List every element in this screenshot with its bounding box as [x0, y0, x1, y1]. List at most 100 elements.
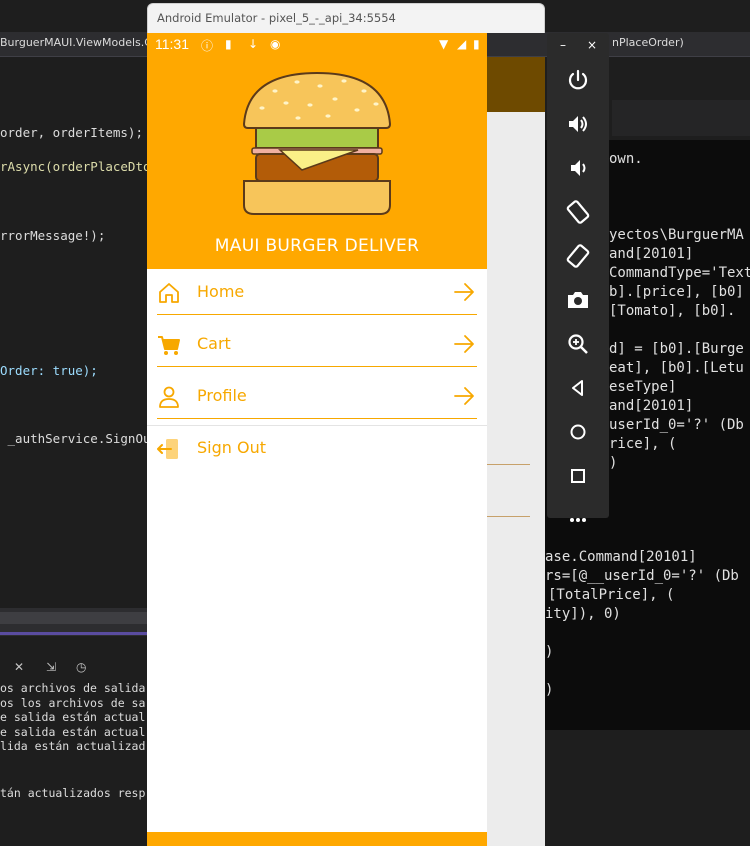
terminal-line: [TotalPrice], ( — [548, 587, 675, 603]
overview-button[interactable] — [563, 461, 593, 491]
wrap-icon[interactable]: ⇲ — [46, 660, 56, 674]
output-line: e salida están actual — [0, 710, 146, 724]
rotate-right-button[interactable] — [563, 241, 593, 271]
cart-icon — [158, 336, 180, 355]
ide-side-panel — [612, 100, 750, 136]
emulator-toolbar: – × — [547, 33, 609, 522]
power-icon — [568, 69, 588, 90]
terminal-line: CommandType='Text — [609, 265, 750, 281]
home-circle-icon — [570, 424, 586, 440]
download-icon: ↓ — [248, 37, 259, 51]
volume-up-icon — [569, 116, 587, 132]
output-line: tán actualizados resp — [0, 786, 146, 800]
home-button[interactable] — [563, 417, 593, 447]
overview-icon — [571, 469, 585, 483]
emulator-window-title: Android Emulator - pixel_5_-_api_34:5554 — [157, 11, 396, 25]
panel-accent — [0, 632, 147, 635]
more-button[interactable] — [563, 505, 593, 535]
output-line: os archivos de salida — [0, 681, 146, 695]
zoom-button[interactable] — [563, 329, 593, 359]
app-navbar-behind — [487, 57, 545, 112]
menu-item-label: Home — [197, 282, 245, 301]
menu-underline — [157, 365, 477, 367]
clock-icon[interactable]: ◷ — [76, 660, 86, 674]
terminal-line: eseType] — [609, 379, 677, 395]
output-line: os los archivos de sa — [0, 696, 146, 710]
volume-down-icon — [571, 160, 586, 176]
volume-up-button[interactable] — [563, 109, 593, 139]
menu-item-label: Profile — [197, 386, 247, 405]
ide-tab[interactable]: BurguerMAUI.ViewModels.Car — [0, 36, 163, 49]
emulator-title-bar[interactable]: Android Emulator - pixel_5_-_api_34:5554 — [147, 3, 545, 33]
menu-underline — [157, 313, 477, 315]
rotate-left-button[interactable] — [563, 197, 593, 227]
wifi-icon: ▼ — [439, 37, 449, 51]
menu-item-label: Sign Out — [197, 438, 266, 457]
menu-item-sign-out[interactable]: Sign Out — [157, 425, 477, 471]
output-line: e salida están actual — [0, 725, 146, 739]
notification-icon: ⓘ — [201, 39, 214, 53]
menu-item-profile[interactable]: Profile — [157, 373, 477, 419]
menu-item-cart[interactable]: Cart — [157, 321, 477, 367]
app-content-behind[interactable] — [487, 57, 545, 846]
back-icon — [572, 380, 583, 396]
app-title: MAUI BURGER DELIVER — [214, 236, 420, 256]
terminal-line: ) — [545, 682, 554, 698]
more-icon — [570, 518, 586, 522]
code-line: Order: true); — [0, 363, 98, 378]
terminal-line: d] = [b0].[Burge — [609, 341, 744, 357]
power-button[interactable] — [563, 65, 593, 95]
volume-down-button[interactable] — [563, 153, 593, 183]
rotate-right-icon — [566, 244, 590, 268]
menu-item-label: Cart — [197, 334, 231, 353]
close-button[interactable]: × — [587, 38, 597, 52]
terminal-line: own. — [609, 151, 643, 167]
divider — [487, 464, 530, 465]
signal-icon: ◢ — [457, 37, 467, 51]
arrow-right-icon — [454, 387, 474, 405]
clear-icon[interactable]: ✕ — [14, 660, 24, 674]
minimize-button[interactable]: – — [560, 38, 566, 52]
profile-icon — [159, 386, 179, 408]
code-line: order, orderItems); — [0, 125, 143, 140]
code-line: rAsync(orderPlaceDto — [0, 159, 151, 174]
flyout-header: MAUI BURGER DELIVER — [147, 57, 487, 269]
output-line: lida están actualizad — [0, 739, 146, 753]
terminal-line: yectos\BurguerMA — [609, 227, 744, 243]
terminal-line: ) — [545, 644, 554, 660]
terminal-line: and[20101] — [609, 246, 694, 262]
ide-tab[interactable]: nPlaceOrder) — [612, 36, 684, 49]
arrow-right-icon — [454, 283, 474, 301]
circle-icon: ◉ — [270, 37, 281, 51]
terminal-line: b].[price], [b0] — [609, 284, 744, 300]
divider — [487, 516, 530, 517]
terminal-line: eat], [b0].[Letu — [609, 360, 744, 376]
camera-icon — [568, 292, 588, 308]
terminal-line: rs=[@__userId_0='?' (Db — [545, 568, 739, 584]
status-bar: 11:31 ⓘ ▮ ↓ ◉ ▮ ◢ ▼ — [147, 33, 487, 57]
arrow-right-icon — [454, 335, 474, 353]
menu-item-home[interactable]: Home — [157, 269, 477, 315]
zoom-icon — [568, 334, 588, 354]
terminal-line: ity]), 0) — [545, 606, 621, 622]
code-line: _authService.SignOu — [0, 431, 151, 446]
terminal-line: userId_0='?' (Db — [609, 417, 744, 433]
home-icon — [159, 283, 179, 303]
rotate-left-icon — [566, 200, 590, 224]
burger-logo-icon — [242, 72, 392, 215]
terminal-line: [Tomato], [b0]. — [609, 303, 736, 319]
sim-icon: ▮ — [225, 37, 232, 51]
bottom-bar — [147, 832, 487, 846]
sign-out-icon — [157, 439, 178, 459]
horizontal-scrollbar[interactable] — [0, 612, 147, 624]
screenshot-button[interactable] — [563, 285, 593, 315]
status-time: 11:31 — [155, 36, 189, 52]
code-line: rrorMessage!); — [0, 228, 106, 243]
terminal-line: rice], ( — [609, 436, 677, 452]
battery-icon: ▮ — [473, 37, 480, 51]
terminal-line: ) — [609, 455, 618, 471]
phone-screen: 11:31 ⓘ ▮ ↓ ◉ ▮ ◢ ▼ MAUI BURGER DELIVER … — [147, 33, 487, 846]
menu-underline — [157, 417, 477, 419]
back-button[interactable] — [563, 373, 593, 403]
terminal-line: and[20101] — [609, 398, 694, 414]
